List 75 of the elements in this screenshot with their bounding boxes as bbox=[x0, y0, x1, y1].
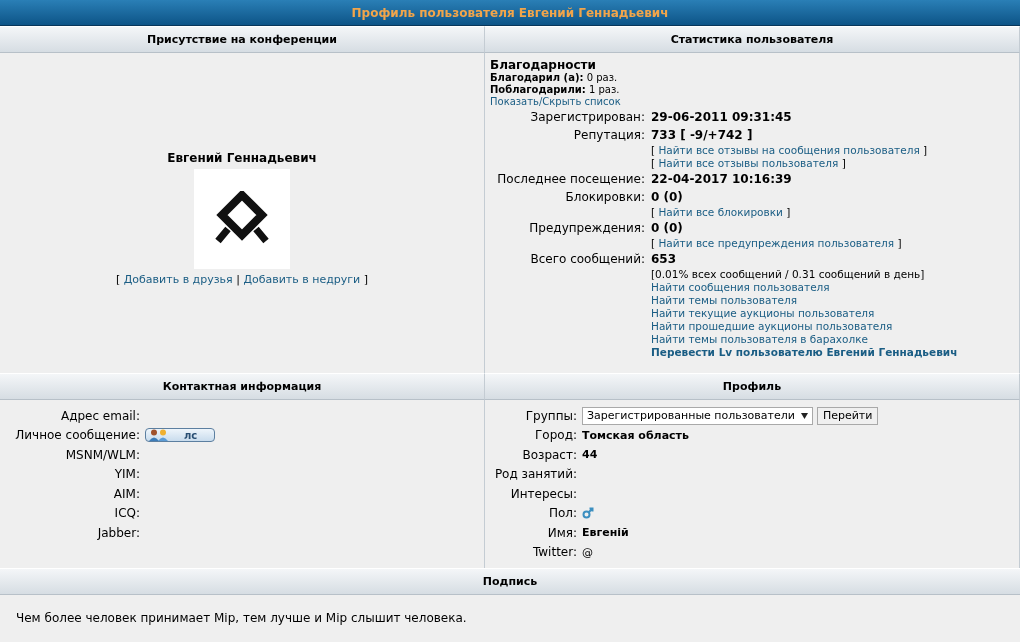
field-label: Twitter: bbox=[531, 545, 577, 560]
section-header: Присутствие на конференции bbox=[0, 26, 485, 53]
stat-label: Поблагодарили: bbox=[490, 84, 586, 95]
field-label: Jabber: bbox=[96, 525, 140, 540]
link[interactable]: Найти все отзывы пользователя bbox=[658, 157, 839, 169]
stat-value: 733 [ -9/+742 ] bbox=[651, 127, 754, 144]
bracket: ] bbox=[897, 237, 902, 249]
bracket: [ bbox=[651, 144, 656, 156]
bracket: [ bbox=[651, 237, 656, 249]
stat-label: Всего сообщений: bbox=[529, 251, 645, 268]
link[interactable]: Добавить в друзья bbox=[123, 272, 233, 286]
bracket: ] bbox=[841, 157, 846, 169]
bracket: [ bbox=[651, 206, 656, 218]
section-header: Контактная информация bbox=[0, 373, 485, 400]
stat-label: Последнее посещение: bbox=[496, 171, 645, 188]
private-message-button[interactable]: лс bbox=[145, 428, 215, 443]
signature-text: Чем более человек принимает Мір, тем лучше и Мір слышит человека. bbox=[16, 611, 467, 625]
stat-value: 22-04-2017 10:16:39 bbox=[651, 171, 793, 188]
field-label: MSNM/WLM: bbox=[64, 447, 140, 462]
field-value: @ bbox=[582, 545, 594, 559]
stat-label: Благодарил (а): bbox=[490, 72, 584, 83]
link[interactable]: Найти текущие аукционы пользователя bbox=[651, 307, 875, 319]
dropdown-caret-icon bbox=[800, 412, 808, 419]
link[interactable]: Найти темы пользователя в барахолке bbox=[651, 333, 868, 345]
male-symbol-icon bbox=[582, 507, 594, 520]
stat-label: Блокировки: bbox=[564, 189, 645, 206]
transfer-link[interactable]: Перевести Lv пользователю Евгений Геннадьевич bbox=[651, 346, 958, 358]
field-label: Адрес email: bbox=[59, 408, 140, 423]
field-value: 44 bbox=[582, 448, 599, 462]
stat-value: 29-06-2011 09:31:45 bbox=[651, 109, 793, 126]
separator: | bbox=[236, 272, 240, 286]
message-ratio: [0.01% всех сообщений / 0.31 сообщений в день] bbox=[651, 268, 926, 281]
stat-value: 0 (0) bbox=[651, 189, 684, 206]
groups-select[interactable]: Зарегистрированные пользователи bbox=[582, 406, 813, 425]
thanks-title: Благодарности bbox=[490, 58, 597, 72]
field-value: Евгеній bbox=[582, 526, 630, 540]
bracket: [ bbox=[651, 157, 656, 169]
section-header: Подпись bbox=[0, 568, 1020, 595]
link[interactable]: Добавить в недруги bbox=[243, 272, 361, 286]
stat-value: 653 bbox=[651, 251, 678, 268]
section-header: Профиль bbox=[485, 373, 1020, 400]
page-title: Профиль пользователя Евгений Геннадьевич bbox=[0, 0, 1020, 26]
field-label: Группы: bbox=[524, 408, 577, 423]
stat-label: Предупреждения: bbox=[528, 220, 645, 237]
stat-value: 0 раз. bbox=[586, 72, 618, 83]
link[interactable]: Найти все предупреждения пользователя bbox=[658, 237, 895, 249]
bracket: ] bbox=[786, 206, 791, 218]
field-label: Пол: bbox=[547, 506, 577, 521]
field-label: ICQ: bbox=[113, 506, 140, 521]
link[interactable]: Найти темы пользователя bbox=[651, 294, 797, 306]
bracket: [ bbox=[115, 272, 121, 286]
bracket: ] bbox=[363, 272, 369, 286]
field-label: Возраст: bbox=[521, 447, 577, 462]
link[interactable]: Найти все отзывы на сообщения пользователя bbox=[658, 144, 920, 156]
link[interactable]: Найти сообщения пользователя bbox=[651, 281, 830, 293]
stat-label: Репутация: bbox=[572, 127, 645, 144]
stat-label: Зарегистрирован: bbox=[529, 109, 645, 126]
field-label: Город: bbox=[534, 428, 577, 443]
section-header: Статистика пользователя bbox=[485, 26, 1020, 53]
go-button[interactable]: Перейти bbox=[816, 406, 879, 425]
field-label: Род занятий: bbox=[493, 467, 577, 482]
bracket: ] bbox=[923, 144, 928, 156]
link[interactable]: Найти все блокировки bbox=[658, 206, 783, 218]
field-label: Интересы: bbox=[509, 486, 577, 501]
field-label: Личное сообщение: bbox=[14, 428, 140, 443]
link[interactable]: Найти прошедшие аукционы пользователя bbox=[651, 320, 893, 332]
field-value: Томская область bbox=[582, 428, 690, 442]
username: Евгений Геннадьевич bbox=[167, 150, 317, 165]
toggle-link[interactable]: Показать/Скрыть список bbox=[490, 96, 621, 107]
stat-value: 1 раз. bbox=[588, 84, 620, 95]
field-label: AIM: bbox=[112, 486, 140, 501]
field-label: YIM: bbox=[113, 467, 140, 482]
field-label: Имя: bbox=[546, 525, 577, 540]
stat-value: 0 (0) bbox=[651, 220, 684, 237]
users-icon bbox=[148, 429, 170, 442]
